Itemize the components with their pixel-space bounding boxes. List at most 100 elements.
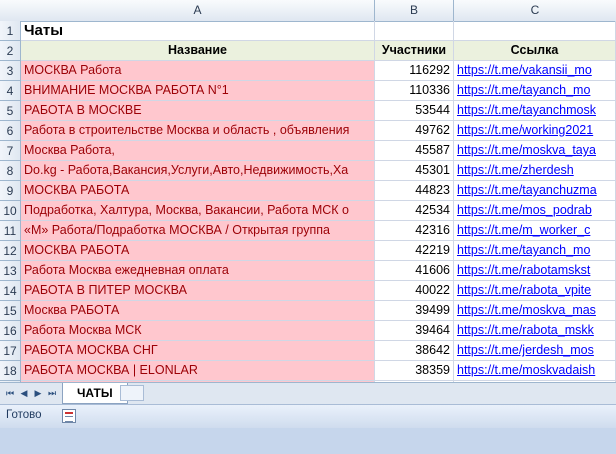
cell-chat-name[interactable]: «М» Работа/Подработка МОСКВА / Открытая … bbox=[21, 221, 375, 241]
cell-chat-name[interactable]: МОСКВА РАБОТА bbox=[21, 241, 375, 261]
row-header[interactable]: 4 bbox=[0, 81, 21, 101]
header-cell-link[interactable]: Ссылка bbox=[454, 41, 616, 61]
row-header[interactable]: 1 bbox=[0, 21, 21, 41]
cell-members[interactable]: 116292 bbox=[375, 61, 454, 81]
cell-members[interactable]: 42316 bbox=[375, 221, 454, 241]
row-header[interactable]: 18 bbox=[0, 361, 21, 381]
row-header[interactable]: 14 bbox=[0, 281, 21, 301]
table-row: 13 Работа Москва ежедневная оплата 41606 ht… bbox=[0, 261, 616, 281]
cell-link[interactable]: https://t.me/tayanch_mo bbox=[454, 81, 616, 101]
cell-link[interactable]: https://t.me/moskva_mas bbox=[454, 301, 616, 321]
row-header[interactable]: 2 bbox=[0, 41, 21, 61]
cell-link[interactable]: https://t.me/zherdesh bbox=[454, 161, 616, 181]
table-row: 8 Do.kg - Работа,Вакансия,Услуги,Авто,Нед… bbox=[0, 161, 616, 181]
sheet-row-title: 1 Чаты bbox=[0, 21, 616, 41]
sheet-title-cell[interactable]: Чаты bbox=[21, 21, 375, 41]
cell-members[interactable]: 49762 bbox=[375, 121, 454, 141]
cell-chat-name[interactable]: РАБОТА МОСКВА СНГ bbox=[21, 341, 375, 361]
cell-members[interactable]: 45301 bbox=[375, 161, 454, 181]
spreadsheet-grid[interactable]: A B C 1 Чаты 2 Название Участники Ссылка… bbox=[0, 0, 616, 382]
table-row: 12 МОСКВА РАБОТА 42219 https://t.me/tayanch… bbox=[0, 241, 616, 261]
cell-link[interactable]: https://t.me/rabotamskst bbox=[454, 261, 616, 281]
row-header[interactable]: 5 bbox=[0, 101, 21, 121]
cell-chat-name[interactable]: Подработка, Халтура, Москва, Вакансии, Р… bbox=[21, 201, 375, 221]
last-sheet-icon[interactable]: ⏭ bbox=[46, 387, 58, 399]
cell-members[interactable]: 53544 bbox=[375, 101, 454, 121]
macro-record-icon[interactable] bbox=[62, 409, 76, 423]
cell-link[interactable]: https://t.me/mos_podrab bbox=[454, 201, 616, 221]
row-header[interactable]: 7 bbox=[0, 141, 21, 161]
cell-members[interactable]: 42534 bbox=[375, 201, 454, 221]
cell-members[interactable]: 45587 bbox=[375, 141, 454, 161]
cell-chat-name[interactable]: Москва РАБОТА bbox=[21, 301, 375, 321]
cell-members[interactable]: 38359 bbox=[375, 361, 454, 381]
cell-members[interactable]: 110336 bbox=[375, 81, 454, 101]
cell-chat-name[interactable]: МОСКВА Работа bbox=[21, 61, 375, 81]
row-header[interactable]: 17 bbox=[0, 341, 21, 361]
column-header-c[interactable]: C bbox=[454, 0, 616, 21]
prev-sheet-icon[interactable]: ◀ bbox=[18, 387, 30, 399]
cell-chat-name[interactable]: Работа в строительстве Москва и область … bbox=[21, 121, 375, 141]
cell-link[interactable]: https://t.me/vakansii_mo bbox=[454, 61, 616, 81]
column-header-a[interactable]: A bbox=[21, 0, 375, 21]
cell-link[interactable]: https://t.me/rabota_vpite bbox=[454, 281, 616, 301]
table-row: 15 Москва РАБОТА 39499 https://t.me/moskva_… bbox=[0, 301, 616, 321]
cell-link[interactable]: https://t.me/jerdesh_mos bbox=[454, 341, 616, 361]
row-header[interactable]: 12 bbox=[0, 241, 21, 261]
table-row: 5 РАБОТА В МОСКВЕ 53544 https://t.me/tayanc… bbox=[0, 101, 616, 121]
first-sheet-icon[interactable]: ⏮ bbox=[4, 387, 16, 399]
cell-chat-name[interactable]: МОСКВА РАБОТА bbox=[21, 181, 375, 201]
table-row: 6 Работа в строительстве Москва и область… bbox=[0, 121, 616, 141]
column-header-b[interactable]: B bbox=[375, 0, 454, 21]
cell-members[interactable]: 40022 bbox=[375, 281, 454, 301]
cell-link[interactable]: https://t.me/tayanchmosk bbox=[454, 101, 616, 121]
cell-members[interactable]: 39499 bbox=[375, 301, 454, 321]
table-row: 4 ВНИМАНИЕ МОСКВА РАБОТА N°1 110336 https:/… bbox=[0, 81, 616, 101]
row-header[interactable]: 3 bbox=[0, 61, 21, 81]
insert-sheet-icon[interactable] bbox=[120, 385, 144, 401]
cell-link[interactable]: https://t.me/rabota_mskk bbox=[454, 321, 616, 341]
table-row: 7 Москва Работа, 45587 https://t.me/moskva_… bbox=[0, 141, 616, 161]
cell-members[interactable]: 38642 bbox=[375, 341, 454, 361]
row-header[interactable]: 9 bbox=[0, 181, 21, 201]
row-header[interactable]: 16 bbox=[0, 321, 21, 341]
cell[interactable] bbox=[375, 21, 454, 41]
cell[interactable] bbox=[454, 21, 616, 41]
sheet-tab-chats[interactable]: ЧАТЫ bbox=[62, 383, 128, 404]
status-bar: Готово bbox=[0, 404, 616, 428]
cell-link[interactable]: https://t.me/m_worker_c bbox=[454, 221, 616, 241]
cell-members[interactable]: 39464 bbox=[375, 321, 454, 341]
cell-chat-name[interactable]: Работа Москва ежедневная оплата bbox=[21, 261, 375, 281]
cell-members[interactable]: 42219 bbox=[375, 241, 454, 261]
table-row: 11 «М» Работа/Подработка МОСКВА / Открыта… bbox=[0, 221, 616, 241]
row-header[interactable]: 11 bbox=[0, 221, 21, 241]
cell-chat-name[interactable]: Работа Москва МСК bbox=[21, 321, 375, 341]
cell-link[interactable]: https://t.me/tayanchuzma bbox=[454, 181, 616, 201]
row-header[interactable]: 15 bbox=[0, 301, 21, 321]
row-header[interactable]: 6 bbox=[0, 121, 21, 141]
row-header[interactable]: 8 bbox=[0, 161, 21, 181]
table-row: 17 РАБОТА МОСКВА СНГ 38642 https://t.me/jer… bbox=[0, 341, 616, 361]
cell-chat-name[interactable]: РАБОТА В ПИТЕР МОСКВА bbox=[21, 281, 375, 301]
cell-link[interactable]: https://t.me/tayanch_mo bbox=[454, 241, 616, 261]
cell-chat-name[interactable]: РАБОТА МОСКВА | ELONLAR bbox=[21, 361, 375, 381]
cell-link[interactable]: https://t.me/working2021 bbox=[454, 121, 616, 141]
cell-chat-name[interactable]: РАБОТА В МОСКВЕ bbox=[21, 101, 375, 121]
cell-chat-name[interactable]: Do.kg - Работа,Вакансия,Услуги,Авто,Недв… bbox=[21, 161, 375, 181]
cell-chat-name[interactable]: Москва Работа, bbox=[21, 141, 375, 161]
cell-chat-name[interactable]: ВНИМАНИЕ МОСКВА РАБОТА N°1 bbox=[21, 81, 375, 101]
cell-members[interactable]: 41606 bbox=[375, 261, 454, 281]
header-cell-members[interactable]: Участники bbox=[375, 41, 454, 61]
cell-link[interactable]: https://t.me/moskvadaish bbox=[454, 361, 616, 381]
next-sheet-icon[interactable]: ▶ bbox=[32, 387, 44, 399]
sheet-tab-bar: ⏮ ◀ ▶ ⏭ ЧАТЫ bbox=[0, 382, 616, 404]
header-cell-name[interactable]: Название bbox=[21, 41, 375, 61]
row-header[interactable]: 10 bbox=[0, 201, 21, 221]
table-row: 16 Работа Москва МСК 39464 https://t.me/rab… bbox=[0, 321, 616, 341]
table-row: 9 МОСКВА РАБОТА 44823 https://t.me/tayanchu… bbox=[0, 181, 616, 201]
table-row: 14 РАБОТА В ПИТЕР МОСКВА 40022 https://t.me… bbox=[0, 281, 616, 301]
row-header[interactable]: 13 bbox=[0, 261, 21, 281]
cell-link[interactable]: https://t.me/moskva_taya bbox=[454, 141, 616, 161]
status-text: Готово bbox=[6, 409, 42, 421]
cell-members[interactable]: 44823 bbox=[375, 181, 454, 201]
